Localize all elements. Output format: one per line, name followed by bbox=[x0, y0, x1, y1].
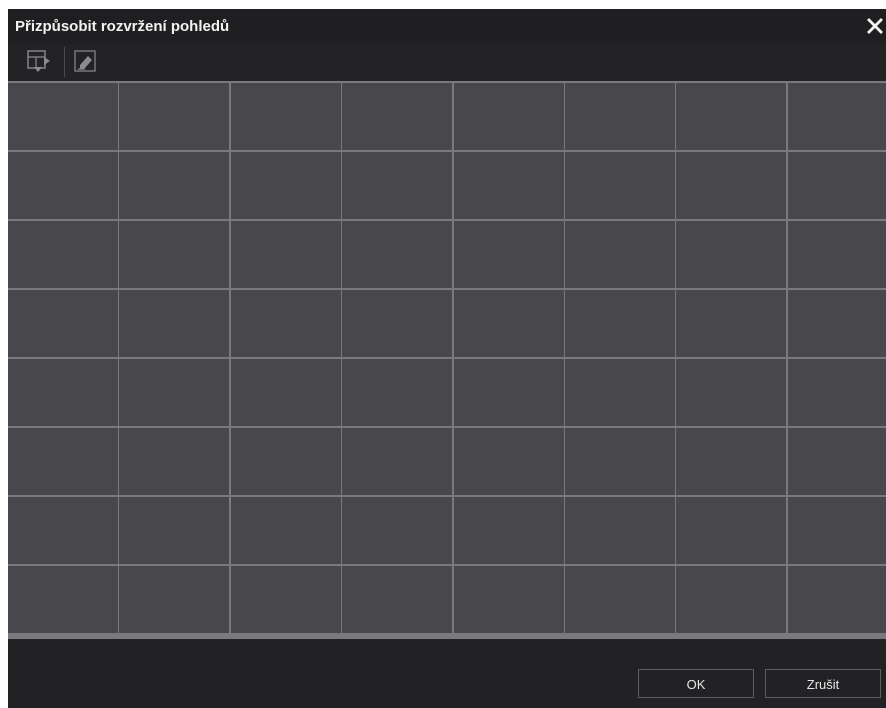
ok-button[interactable]: OK bbox=[638, 669, 754, 698]
layout-cell[interactable] bbox=[342, 83, 453, 150]
cancel-button[interactable]: Zrušit bbox=[765, 669, 881, 698]
layout-cell[interactable] bbox=[230, 428, 341, 495]
eraser-icon[interactable] bbox=[73, 48, 99, 74]
layout-cell[interactable] bbox=[230, 497, 341, 564]
layout-cell[interactable] bbox=[8, 566, 118, 633]
layout-cell[interactable] bbox=[453, 221, 564, 288]
close-icon[interactable] bbox=[864, 15, 886, 37]
layout-cell[interactable] bbox=[787, 428, 886, 495]
layout-cell[interactable] bbox=[564, 359, 675, 426]
layout-cell[interactable] bbox=[676, 152, 787, 219]
layout-grid[interactable] bbox=[8, 81, 886, 639]
layout-cell[interactable] bbox=[230, 152, 341, 219]
layout-cell[interactable] bbox=[453, 566, 564, 633]
layout-cell[interactable] bbox=[230, 221, 341, 288]
layout-cell[interactable] bbox=[787, 497, 886, 564]
layout-cell[interactable] bbox=[676, 221, 787, 288]
layout-cell[interactable] bbox=[787, 221, 886, 288]
layout-cell[interactable] bbox=[8, 359, 118, 426]
layout-cell[interactable] bbox=[453, 152, 564, 219]
layout-cell[interactable] bbox=[564, 566, 675, 633]
layout-cell[interactable] bbox=[8, 428, 118, 495]
layout-cell[interactable] bbox=[119, 428, 230, 495]
layout-cell[interactable] bbox=[8, 497, 118, 564]
layout-cell[interactable] bbox=[787, 290, 886, 357]
layout-cell[interactable] bbox=[8, 83, 118, 150]
layout-cell[interactable] bbox=[564, 290, 675, 357]
layout-cell[interactable] bbox=[230, 83, 341, 150]
layout-cell[interactable] bbox=[119, 221, 230, 288]
layout-cell[interactable] bbox=[453, 359, 564, 426]
layout-cell[interactable] bbox=[676, 566, 787, 633]
layout-cell[interactable] bbox=[564, 152, 675, 219]
layout-cell[interactable] bbox=[453, 497, 564, 564]
dialog-footer: OK Zrušit bbox=[8, 639, 886, 708]
layout-cell[interactable] bbox=[230, 359, 341, 426]
layout-cell[interactable] bbox=[230, 566, 341, 633]
layout-cell[interactable] bbox=[119, 566, 230, 633]
layout-cell[interactable] bbox=[564, 497, 675, 564]
layout-split-icon[interactable] bbox=[26, 48, 52, 74]
layout-cell[interactable] bbox=[8, 221, 118, 288]
layout-cell[interactable] bbox=[564, 428, 675, 495]
layout-cell[interactable] bbox=[119, 497, 230, 564]
dialog-title: Přizpůsobit rozvržení pohledů bbox=[15, 18, 230, 35]
layout-cell[interactable] bbox=[342, 497, 453, 564]
layout-cell[interactable] bbox=[342, 290, 453, 357]
layout-cell[interactable] bbox=[676, 290, 787, 357]
layout-cell[interactable] bbox=[342, 566, 453, 633]
layout-cell[interactable] bbox=[119, 83, 230, 150]
layout-cell[interactable] bbox=[342, 221, 453, 288]
layout-cell[interactable] bbox=[342, 428, 453, 495]
toolbar bbox=[8, 44, 886, 81]
toolbar-separator bbox=[64, 47, 65, 77]
customize-layout-dialog: Přizpůsobit rozvržení pohledů OK Zrušit bbox=[8, 9, 886, 708]
layout-cell[interactable] bbox=[119, 359, 230, 426]
layout-cell[interactable] bbox=[230, 290, 341, 357]
layout-cell[interactable] bbox=[564, 221, 675, 288]
layout-cell[interactable] bbox=[676, 428, 787, 495]
layout-cell[interactable] bbox=[787, 566, 886, 633]
layout-cell[interactable] bbox=[564, 83, 675, 150]
layout-cell[interactable] bbox=[342, 359, 453, 426]
layout-cell[interactable] bbox=[119, 152, 230, 219]
layout-cell[interactable] bbox=[676, 359, 787, 426]
layout-cell[interactable] bbox=[676, 83, 787, 150]
layout-cell[interactable] bbox=[8, 290, 118, 357]
title-bar: Přizpůsobit rozvržení pohledů bbox=[8, 9, 886, 44]
layout-cell[interactable] bbox=[453, 428, 564, 495]
layout-cell[interactable] bbox=[342, 152, 453, 219]
layout-cell[interactable] bbox=[787, 359, 886, 426]
layout-cell[interactable] bbox=[8, 152, 118, 219]
layout-cell[interactable] bbox=[453, 290, 564, 357]
layout-cell[interactable] bbox=[787, 152, 886, 219]
layout-cell[interactable] bbox=[119, 290, 230, 357]
layout-cell[interactable] bbox=[787, 83, 886, 150]
layout-cell[interactable] bbox=[676, 497, 787, 564]
layout-cell[interactable] bbox=[453, 83, 564, 150]
